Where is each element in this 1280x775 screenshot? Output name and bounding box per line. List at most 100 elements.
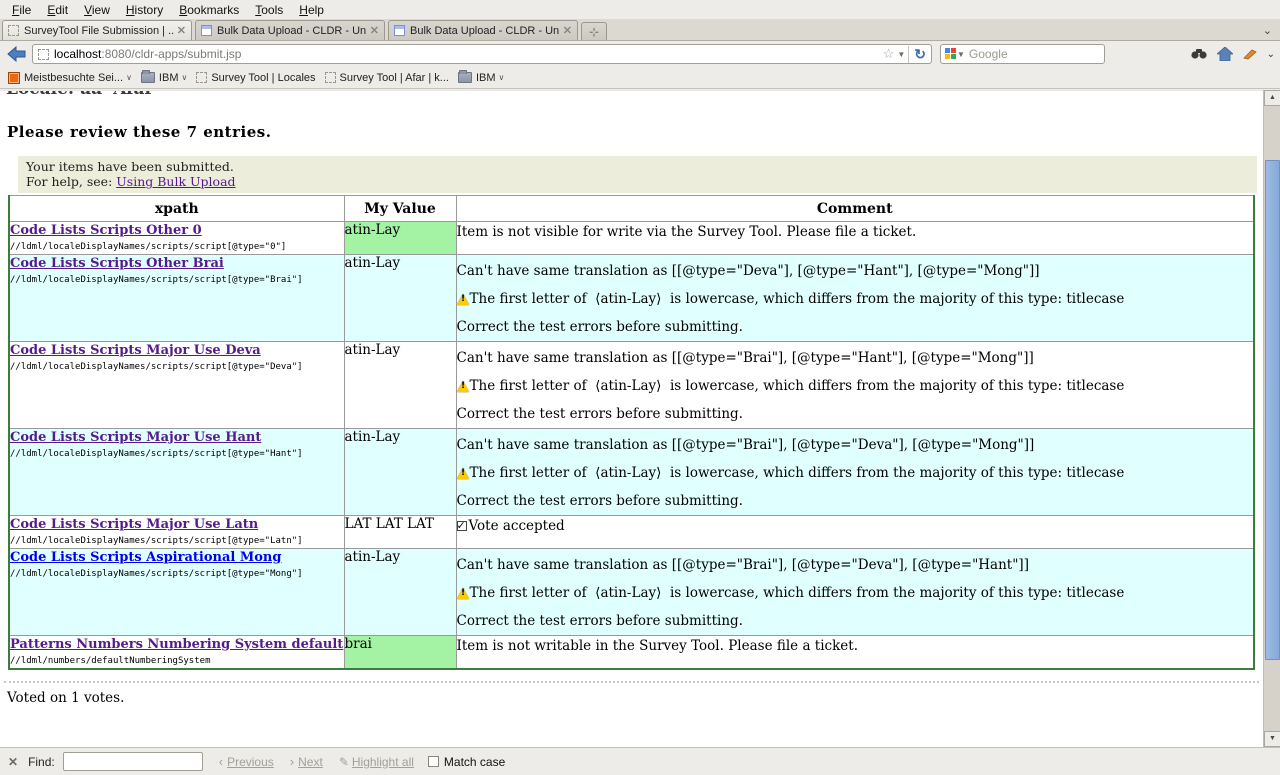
bookmark-ibm-folder-2[interactable]: IBM ∨ — [455, 70, 510, 86]
comment-line: Can't have same translation as [[@type="… — [457, 431, 1254, 459]
match-case-toggle[interactable]: Match case — [428, 755, 505, 769]
toolbar-overflow-chevron-icon[interactable]: ⌄ — [1267, 49, 1275, 60]
google-engine-icon[interactable] — [945, 48, 957, 60]
new-tab-button[interactable]: ⊹ — [581, 22, 607, 40]
vertical-scrollbar[interactable]: ▲ ▼ — [1263, 90, 1280, 747]
bookmark-dropdown-icon: ∨ — [126, 73, 132, 82]
comment-line: Correct the test errors before submittin… — [457, 400, 1254, 428]
bookmarks-bar: Meistbesuchte Sei... ∨ IBM ∨ Survey Tool… — [0, 67, 1280, 89]
my-value-cell: atin-Lay — [344, 342, 456, 429]
xpath-path: //ldml/localeDisplayNames/scripts/script… — [10, 362, 303, 372]
scrollbar-thumb[interactable] — [1265, 160, 1280, 660]
url-path: :8080/cldr-apps/submit.jsp — [101, 47, 241, 61]
tab-surveytool-submission[interactable]: SurveyTool File Submission | ... ✕ — [2, 20, 192, 40]
tab-bar: SurveyTool File Submission | ... ✕ Bulk … — [0, 19, 1280, 41]
tab-close-icon[interactable]: ✕ — [560, 24, 572, 37]
comment-line: Can't have same translation as [[@type="… — [457, 344, 1254, 372]
table-row: Code Lists Scripts Major Use Hant//ldml/… — [9, 429, 1254, 516]
folder-icon — [458, 72, 472, 83]
xpath-path: //ldml/localeDisplayNames/scripts/script… — [10, 242, 286, 252]
comment-line: Can't have same translation as [[@type="… — [457, 551, 1254, 579]
comment-line: Can't have same translation as [[@type="… — [457, 257, 1254, 285]
comment-text: The first letter of ⟨atin-Lay⟩ is lowerc… — [470, 291, 1125, 307]
comment-text: Correct the test errors before submittin… — [457, 319, 743, 335]
tab-bulk-upload-1[interactable]: Bulk Data Upload - CLDR - Un... ✕ — [195, 20, 385, 40]
comment-line: Correct the test errors before submittin… — [457, 607, 1254, 635]
menu-view[interactable]: View — [76, 1, 118, 19]
comment-cell: Can't have same translation as [[@type="… — [456, 549, 1254, 636]
reload-icon[interactable]: ↻ — [908, 46, 926, 63]
bookmark-survey-tool-afar[interactable]: Survey Tool | Afar | k... — [322, 70, 455, 86]
url-bar[interactable]: localhost :8080/cldr-apps/submit.jsp ☆ ▼… — [32, 44, 932, 64]
xpath-cell: Code Lists Scripts Major Use Deva //ldml/… — [9, 342, 344, 429]
bookmark-survey-tool-locales[interactable]: Survey Tool | Locales — [193, 70, 321, 86]
url-domain: localhost — [54, 47, 101, 61]
my-value-cell: LAT LAT LAT — [344, 516, 456, 549]
menu-edit[interactable]: Edit — [39, 1, 76, 19]
comment-line: Item is not writable in the Survey Tool.… — [457, 636, 1254, 654]
home-icon[interactable] — [1217, 47, 1233, 61]
findbar-close-icon[interactable]: ✕ — [8, 755, 18, 769]
scrollbar-down-icon[interactable]: ▼ — [1264, 731, 1280, 747]
match-case-checkbox[interactable] — [428, 756, 439, 767]
tab-bulk-upload-2[interactable]: Bulk Data Upload - CLDR - Un... ✕ — [388, 20, 578, 40]
bookmark-ibm-folder-1[interactable]: IBM ∨ — [138, 70, 193, 86]
find-previous-button[interactable]: ‹ Previous — [219, 754, 274, 769]
search-input[interactable] — [969, 47, 1100, 61]
bookmark-dropdown-icon: ∨ — [499, 73, 505, 82]
menu-bar: File Edit View History Bookmarks Tools H… — [0, 0, 1280, 19]
my-value-cell: atin-Lay — [344, 549, 456, 636]
submission-notice: Your items have been submitted. For help… — [18, 156, 1257, 193]
favicon-placeholder-icon — [38, 49, 49, 60]
xpath-link[interactable]: Code Lists Scripts Other 0 — [10, 223, 202, 238]
highlight-all-button[interactable]: ✎ Highlight all — [339, 755, 414, 769]
tab-close-icon[interactable]: ✕ — [174, 24, 186, 37]
warning-icon — [457, 588, 469, 599]
favicon-placeholder-icon — [325, 72, 336, 83]
xpath-link[interactable]: Code Lists Scripts Major Use Latn — [10, 517, 258, 532]
tab-close-icon[interactable]: ✕ — [367, 24, 379, 37]
bookmark-dropdown-icon: ∨ — [181, 73, 187, 82]
livemark-icon — [8, 72, 20, 84]
comment-text: The first letter of ⟨atin-Lay⟩ is lowerc… — [470, 378, 1125, 394]
favicon-placeholder-icon — [8, 25, 19, 36]
addon-icon[interactable] — [1243, 48, 1257, 60]
using-bulk-upload-link[interactable]: Using Bulk Upload — [116, 174, 235, 189]
menu-file[interactable]: File — [4, 1, 39, 19]
find-input[interactable] — [63, 752, 203, 771]
tab-list-chevron-icon[interactable]: ⌄ — [1263, 24, 1278, 40]
xpath-link[interactable]: Patterns Numbers Numbering System defaul… — [10, 637, 343, 652]
xpath-link[interactable]: Code Lists Scripts Aspirational Mong — [10, 550, 281, 565]
back-button[interactable] — [5, 44, 27, 64]
comment-text: Correct the test errors before submittin… — [457, 493, 743, 509]
xpath-path: //ldml/localeDisplayNames/scripts/script… — [10, 536, 303, 546]
menu-help[interactable]: Help — [291, 1, 332, 19]
comment-line: Item is not visible for write via the Su… — [457, 222, 1254, 240]
menu-tools[interactable]: Tools — [247, 1, 291, 19]
comment-line: The first letter of ⟨atin-Lay⟩ is lowerc… — [457, 372, 1254, 400]
bookmark-most-visited[interactable]: Meistbesuchte Sei... ∨ — [5, 70, 138, 86]
comment-cell: Vote accepted — [456, 516, 1254, 549]
bookmark-star-icon[interactable]: ☆ — [883, 46, 895, 62]
binoculars-icon[interactable] — [1191, 48, 1207, 60]
menu-bookmarks[interactable]: Bookmarks — [171, 1, 247, 19]
xpath-cell: Code Lists Scripts Aspirational Mong//ld… — [9, 549, 344, 636]
xpath-cell: Code Lists Scripts Other Brai//ldml/loca… — [9, 255, 344, 342]
comment-text: The first letter of ⟨atin-Lay⟩ is lowerc… — [470, 465, 1125, 481]
my-value-cell: atin-Lay — [344, 255, 456, 342]
notice-line-1: Your items have been submitted. — [26, 159, 1249, 174]
page-favicon-icon — [394, 25, 405, 36]
search-engine-dropdown-icon[interactable]: ▼ — [957, 50, 965, 59]
search-box[interactable]: ▼ — [940, 44, 1105, 64]
scrollbar-up-icon[interactable]: ▲ — [1264, 90, 1280, 106]
xpath-link[interactable]: Code Lists Scripts Other Brai — [10, 256, 224, 271]
table-row: Code Lists Scripts Other 0 //ldml/localeD… — [9, 222, 1254, 255]
find-next-button[interactable]: › Next — [290, 754, 323, 769]
urlbar-dropdown-icon[interactable]: ▼ — [897, 50, 905, 59]
column-header-my-value: My Value — [344, 196, 456, 222]
vote-summary: Voted on 1 votes. — [7, 690, 1263, 706]
menu-history[interactable]: History — [118, 1, 171, 19]
xpath-cell: Patterns Numbers Numbering System defaul… — [9, 636, 344, 670]
xpath-link[interactable]: Code Lists Scripts Major Use Hant — [10, 430, 261, 445]
xpath-link[interactable]: Code Lists Scripts Major Use Deva — [10, 343, 261, 358]
